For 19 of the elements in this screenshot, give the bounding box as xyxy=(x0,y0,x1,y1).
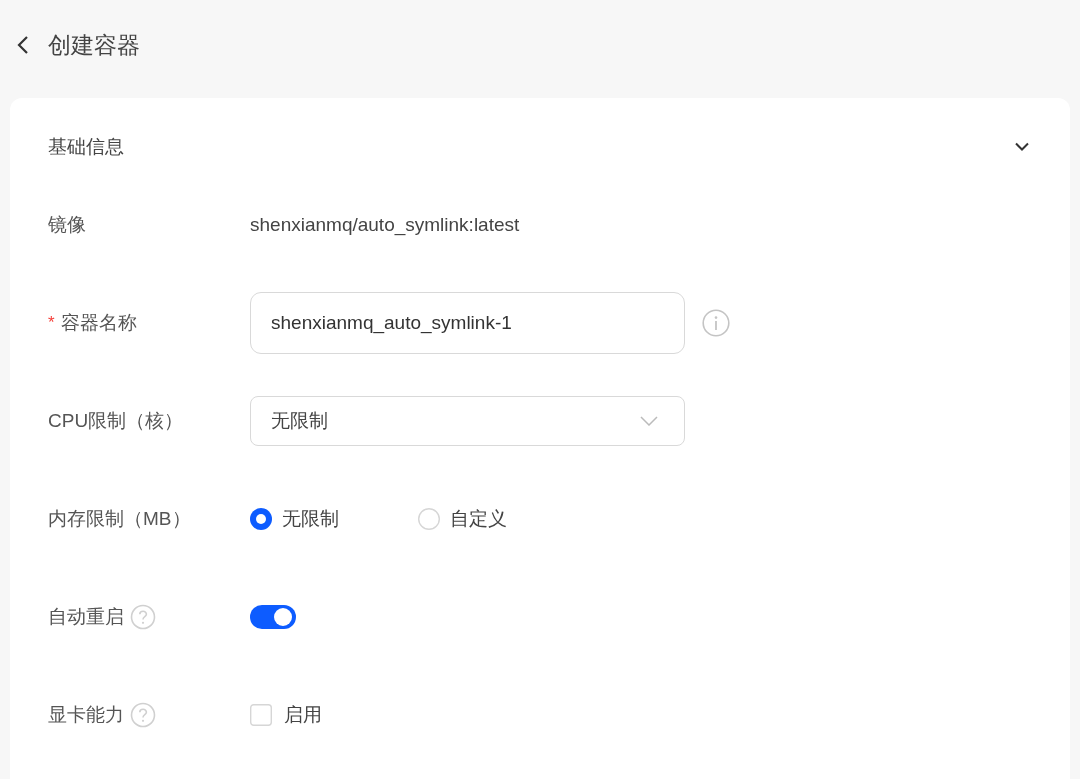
section-title: 基础信息 xyxy=(48,135,124,159)
auto-restart-toggle[interactable] xyxy=(250,605,296,629)
page-title: 创建容器 xyxy=(48,30,140,60)
chevron-down-icon[interactable] xyxy=(1014,142,1030,152)
image-name-text: shenxianmq/auto_symlink:latest xyxy=(250,212,520,238)
field-label: 容器名称 xyxy=(60,310,137,335)
field-label: 内存限制（MB） xyxy=(48,506,191,531)
chevron-down-icon xyxy=(640,416,658,426)
field-label: 显卡能力 xyxy=(48,702,124,727)
radio-option[interactable]: 无限制 xyxy=(250,504,339,534)
name-input-field[interactable]: shenxianmq_auto_symlink-1 xyxy=(250,292,685,354)
field-label: 镜像 xyxy=(48,212,86,237)
field-label: CPU限制（核） xyxy=(48,408,184,433)
required-asterisk: * xyxy=(48,312,55,335)
back-chevron-icon xyxy=(16,35,30,55)
radio-option[interactable]: 自定义 xyxy=(418,504,507,534)
enable-checkbox[interactable]: 启用 xyxy=(250,700,322,730)
cpu-limit-dropdown[interactable]: 无限制 xyxy=(250,396,685,446)
field-label: 自动重启 xyxy=(48,604,124,629)
